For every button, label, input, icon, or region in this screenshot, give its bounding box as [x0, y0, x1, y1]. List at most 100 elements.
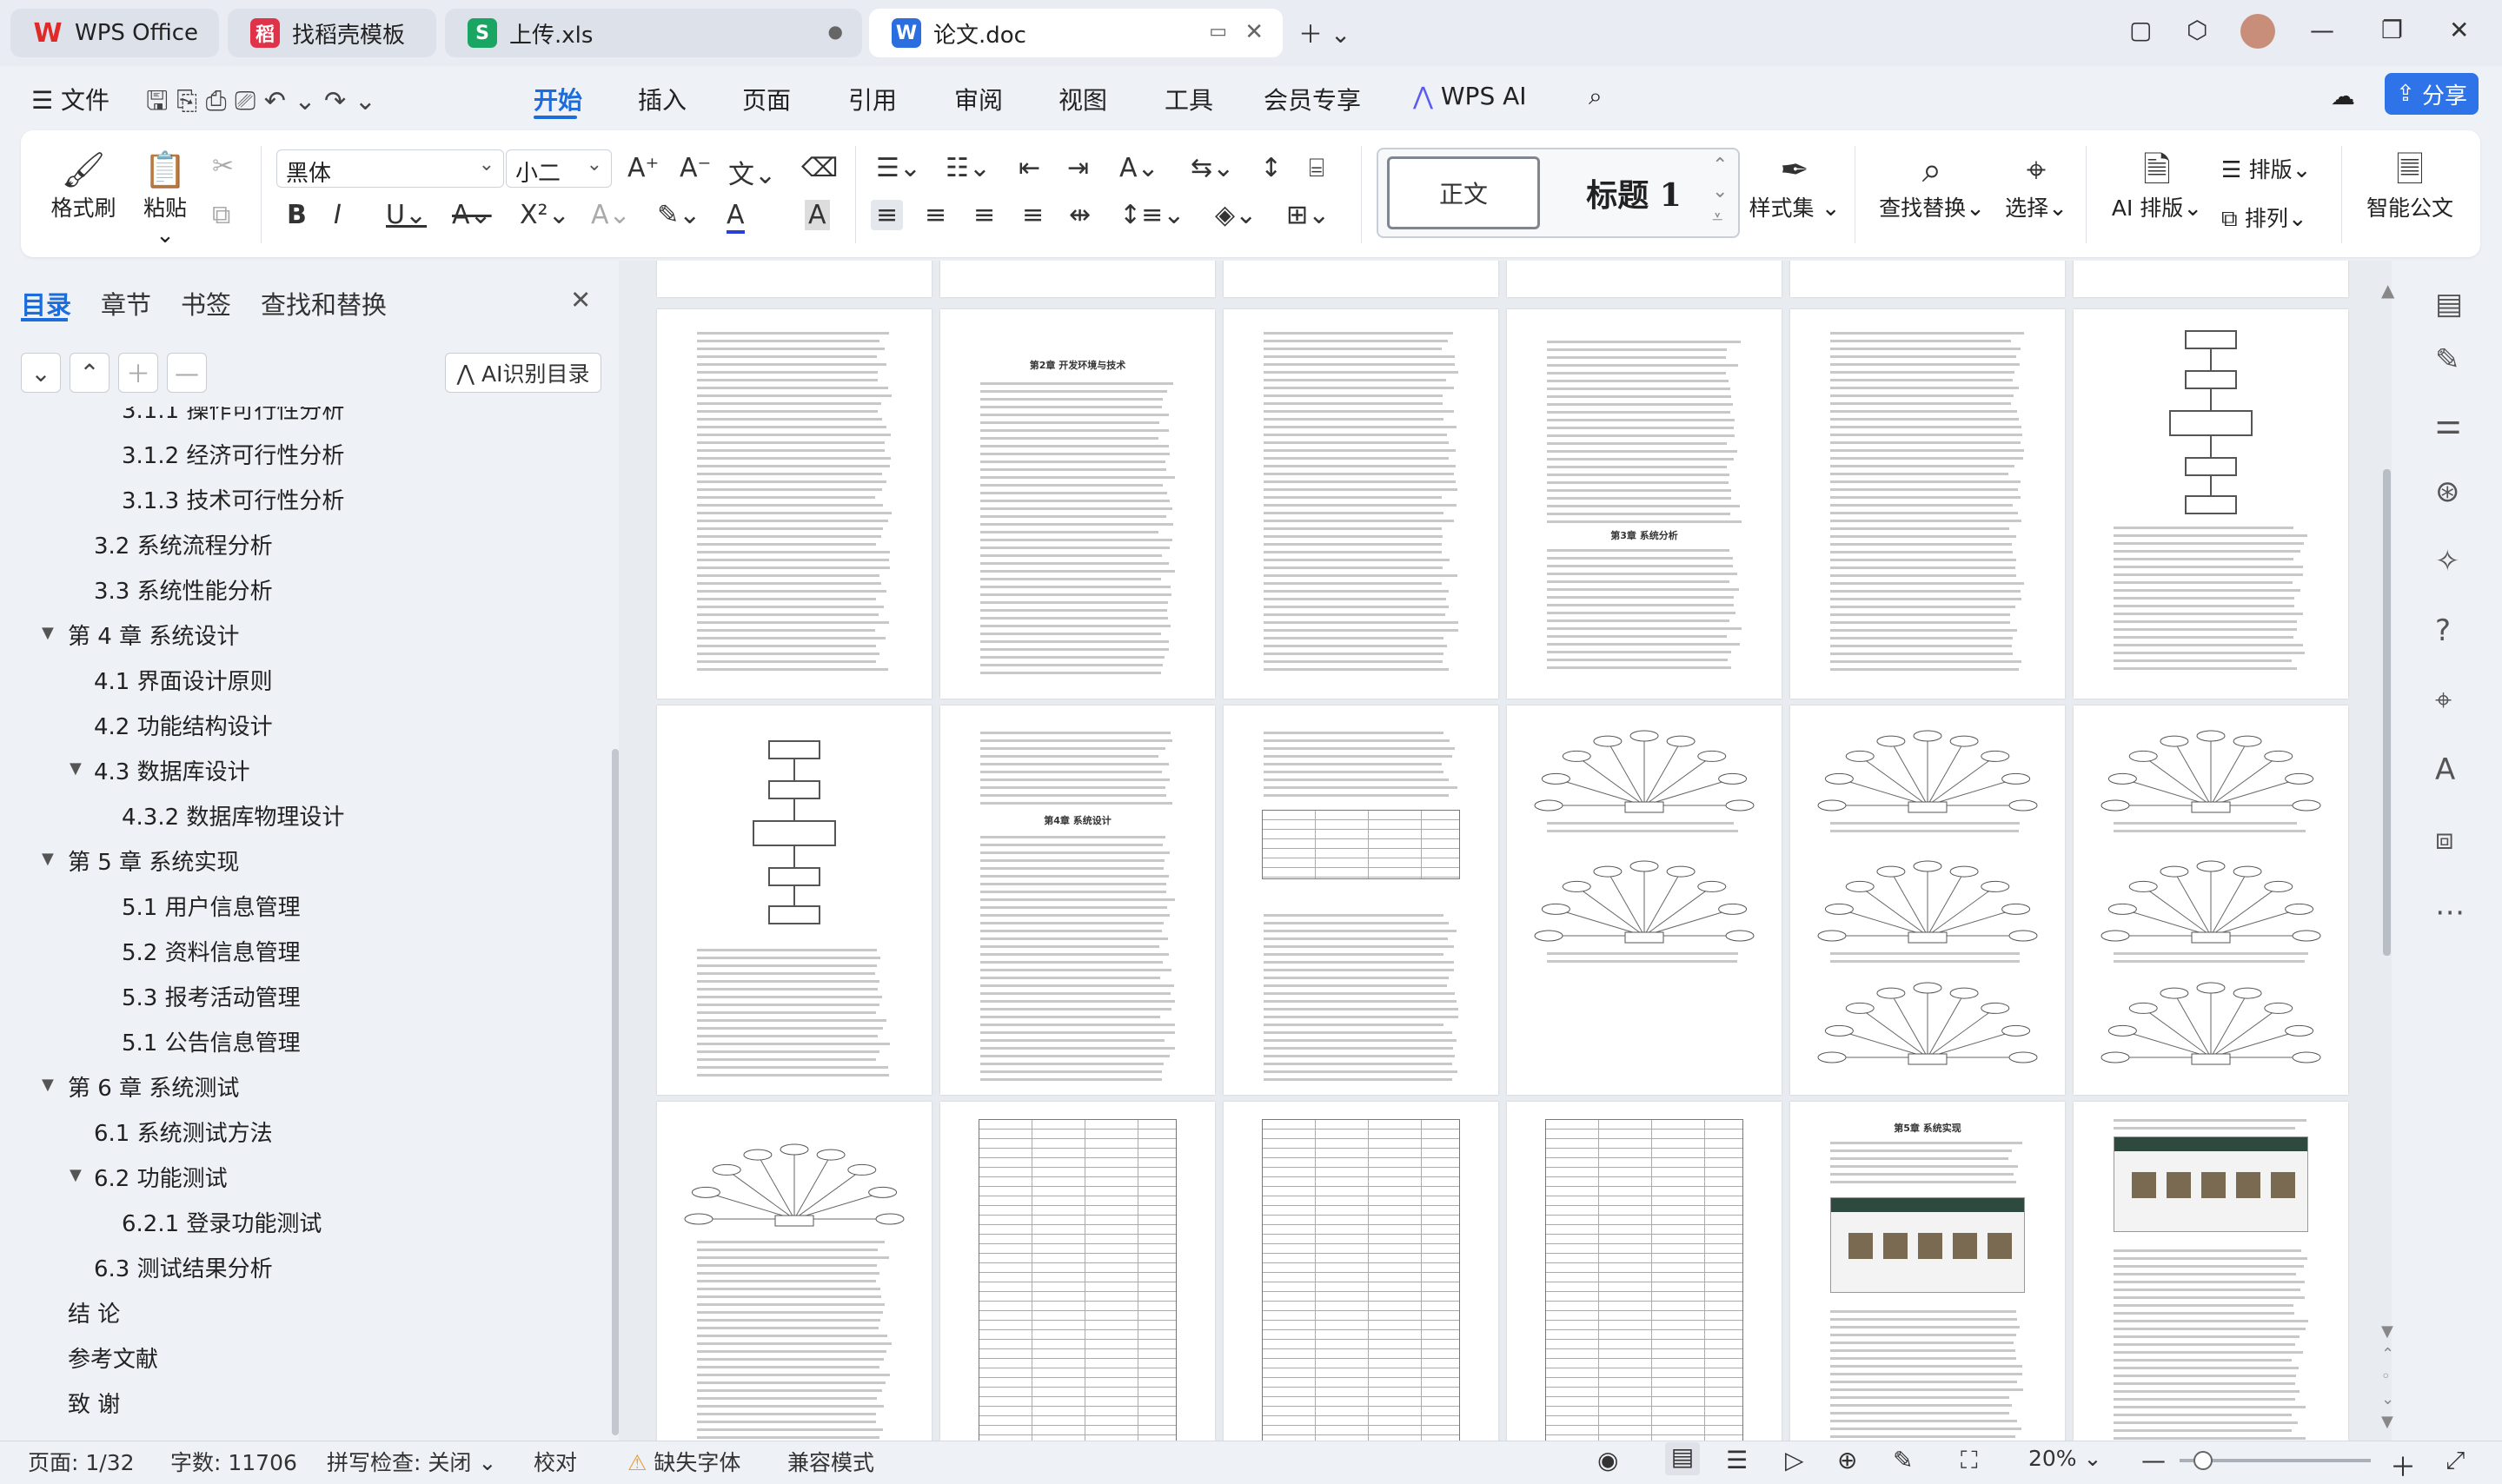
toc-item[interactable]: 5.2 资料信息管理 — [122, 935, 301, 967]
smart-doc-button[interactable]: 🗏 智能公文 — [2362, 149, 2458, 222]
find-replace-button[interactable]: ⌕ 查找替换⌄ — [1877, 149, 1987, 222]
collapse-all-icon[interactable]: ⌃ — [70, 353, 110, 393]
document-page[interactable]: 第2章 开发环境与技术 — [940, 309, 1215, 699]
style-heading1[interactable]: 标题 1 — [1556, 156, 1712, 229]
document-page[interactable] — [1790, 309, 2065, 699]
distribute-icon[interactable]: ⇹ — [1069, 200, 1091, 230]
menu-home[interactable]: 开始 — [534, 82, 582, 116]
menu-reference[interactable]: 引用 — [848, 82, 897, 116]
menu-tools[interactable]: 工具 — [1165, 82, 1213, 116]
play-icon[interactable]: ▷ — [1785, 1446, 1804, 1474]
toc-item[interactable]: 3.3 系统性能分析 — [94, 573, 273, 606]
underline-icon[interactable]: U⌄ — [386, 200, 427, 230]
clear-format-icon[interactable]: ⌫ — [801, 153, 838, 183]
more-icon[interactable]: ⋯ — [2435, 895, 2465, 930]
menu-insert[interactable]: 插入 — [638, 82, 687, 116]
document-page[interactable] — [2074, 261, 2348, 297]
text-direction-icon[interactable]: A⌄ — [1119, 153, 1159, 183]
quick-access-icons[interactable]: 🖫 ⎘ ⎙ ⎚ ↶ ⌄ ↷ ⌄ — [146, 82, 376, 126]
panel-tab-bookmarks[interactable]: 书签 — [181, 285, 231, 321]
italic-icon[interactable]: I — [334, 200, 342, 230]
document-canvas[interactable]: 第2章 开发环境与技术 第3章 系统分析 第4章 系统设计 第5章 系统实现 — [619, 261, 2392, 1441]
borders-icon[interactable]: ⊞⌄ — [1286, 200, 1330, 230]
document-page[interactable] — [940, 1102, 1215, 1441]
cube-icon[interactable]: ⬡ — [2187, 16, 2207, 44]
outline-view-icon[interactable]: ☰ — [1726, 1446, 1748, 1474]
close-panel-icon[interactable]: ✕ — [570, 285, 591, 315]
menu-view[interactable]: 视图 — [1059, 82, 1107, 116]
search-icon[interactable]: ⌕ — [1589, 82, 1603, 111]
document-page[interactable] — [1790, 261, 2065, 297]
strikethrough-icon[interactable]: A⌄ — [452, 200, 492, 230]
toc-item[interactable]: 第 6 章 系统测试 — [68, 1070, 239, 1103]
document-page[interactable] — [1507, 1102, 1782, 1441]
document-page[interactable] — [1224, 261, 1498, 297]
sort-swap-icon[interactable]: ⇆⌄ — [1191, 153, 1234, 183]
add-heading-icon[interactable]: ＋ — [118, 353, 158, 393]
file-menu[interactable]: ☰ 文件 — [31, 82, 110, 116]
adjust-icon[interactable]: ⚌ — [2435, 407, 2461, 441]
close-window-icon[interactable]: ✕ — [2449, 16, 2469, 44]
gallery-scroll-icon[interactable]: ⌃ ⌄ ⩡ — [1712, 153, 1728, 231]
cut-icon[interactable]: ✂ — [212, 151, 234, 182]
translate-icon[interactable]: ⊛ — [2435, 474, 2460, 509]
collapse-toggle-icon[interactable]: ▼ — [42, 1076, 54, 1094]
toc-item[interactable]: 6.3 测试结果分析 — [94, 1251, 273, 1283]
zoom-out-icon[interactable]: — — [2141, 1446, 2166, 1474]
fullscreen-icon[interactable]: ⤢ — [2446, 1446, 2465, 1475]
web-view-icon[interactable]: ⊕ — [1837, 1446, 1857, 1474]
show-marks-icon[interactable]: ⌸ — [1309, 153, 1324, 183]
spell-check[interactable]: 拼写检查: 关闭 ⌄ — [327, 1446, 496, 1477]
toc-item[interactable]: 6.2 功能测试 — [94, 1161, 228, 1193]
toc-item[interactable]: 4.3 数据库设计 — [94, 754, 250, 786]
paste-button[interactable]: 📋 粘贴 ⌄ — [130, 149, 200, 248]
tab-wps-office[interactable]: W WPS Office — [10, 9, 219, 57]
phonetic-icon[interactable]: 文⌄ — [728, 153, 776, 191]
highlight-icon[interactable]: ✎⌄ — [657, 200, 700, 230]
document-page[interactable] — [657, 1102, 932, 1441]
toc-item[interactable]: 3.1.2 经济可行性分析 — [122, 438, 344, 470]
ai-layout-button[interactable]: 🗎 AI 排版⌄ — [2105, 149, 2209, 222]
panel-tab-chapters[interactable]: 章节 — [101, 285, 151, 321]
align-center-icon[interactable]: ≡ — [925, 200, 946, 230]
document-page[interactable] — [1224, 309, 1498, 699]
toc-item[interactable]: 结 论 — [68, 1296, 120, 1328]
scroll-up-icon[interactable]: ▲ — [2381, 280, 2394, 301]
size-select[interactable]: 小二 ⌄ — [506, 149, 612, 188]
panel-scrollbar[interactable] — [612, 749, 619, 1435]
edit-icon[interactable]: ✎ — [2435, 342, 2460, 377]
align-left-icon[interactable]: ≡ — [871, 200, 903, 230]
text-effect-icon[interactable]: A⌄ — [591, 200, 631, 230]
document-page[interactable] — [2074, 309, 2348, 699]
toc-item[interactable]: 致 谢 — [68, 1387, 120, 1419]
tab-template[interactable]: 稻 找稻壳模板 — [228, 9, 436, 57]
style-set-button[interactable]: ✒ 样式集 ⌄ — [1747, 149, 1842, 222]
menu-member[interactable]: 会员专享 — [1264, 82, 1361, 116]
collapse-toggle-icon[interactable]: ▼ — [70, 759, 82, 778]
format-painter-button[interactable]: 🖌 格式刷 — [50, 149, 116, 222]
toc-item[interactable]: 参考文献 — [68, 1342, 158, 1374]
toc-item[interactable]: 第 5 章 系统实现 — [68, 845, 239, 877]
panel-tab-toc[interactable]: 目录 — [21, 285, 71, 321]
document-page[interactable] — [2074, 706, 2348, 1095]
ai-toc-button[interactable]: ⋀ AI识别目录 — [445, 353, 601, 393]
collapse-toggle-icon[interactable]: ▼ — [42, 624, 54, 642]
word-count[interactable]: 字数: 11706 — [170, 1446, 297, 1477]
toc-item[interactable]: 5.1 公告信息管理 — [122, 1025, 301, 1057]
align-right-icon[interactable]: ≡ — [973, 200, 995, 230]
toc-item[interactable]: 第 4 章 系统设计 — [68, 619, 239, 651]
menu-page[interactable]: 页面 — [742, 82, 791, 116]
document-page[interactable]: 第3章 系统分析 — [1507, 309, 1782, 699]
document-page[interactable] — [940, 261, 1215, 297]
toc-item[interactable]: 3.1.3 技术可行性分析 — [122, 483, 344, 515]
share-button[interactable]: ⇪ 分享 — [2385, 73, 2479, 115]
toc-item[interactable]: 5.1 用户信息管理 — [122, 890, 301, 922]
menu-wps-ai[interactable]: ⋀ WPS AI — [1413, 82, 1527, 110]
document-page[interactable] — [1507, 706, 1782, 1095]
layout-button[interactable]: ☰ 排版⌄ — [2221, 153, 2329, 184]
cloud-upload-icon[interactable]: ☁ — [2331, 82, 2355, 110]
zoom-in-icon[interactable]: ＋ — [2390, 1446, 2416, 1484]
numbered-list-icon[interactable]: ☷⌄ — [946, 153, 991, 183]
document-page[interactable] — [657, 261, 932, 297]
close-tab-icon[interactable]: ✕ — [1244, 19, 1264, 45]
